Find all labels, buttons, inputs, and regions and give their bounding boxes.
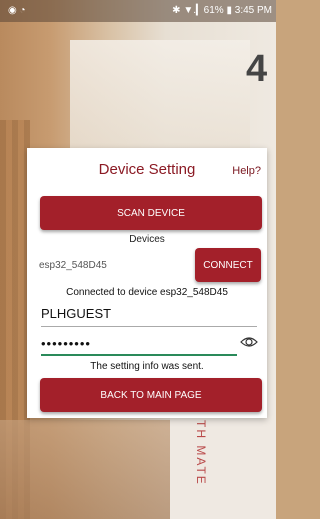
device-setting-dialog: Device Setting Help? SCAN DEVICE Devices… [27, 148, 267, 418]
password-input[interactable]: ••••••••• [41, 336, 237, 356]
ssid-input[interactable]: PLHGUEST [41, 304, 257, 327]
status-bar: ◉ ◔ ✱ ▼.▎61% ▮ 3:45 PM [0, 0, 276, 22]
background-shirt-text: TH MATE [194, 420, 208, 486]
devices-label: Devices [129, 234, 165, 245]
help-link[interactable]: Help? [232, 165, 261, 177]
back-to-main-button[interactable]: BACK TO MAIN PAGE [40, 378, 262, 412]
sent-status-text: The setting info was sent. [90, 361, 204, 372]
eye-icon[interactable] [240, 333, 258, 351]
status-right-info: ✱ ▼.▎61% ▮ 3:45 PM [172, 5, 272, 16]
status-left-icons: ◉ ◔ [8, 5, 26, 16]
background-number: 4 [246, 48, 268, 90]
dialog-title: Device Setting [98, 161, 196, 178]
connection-status-text: Connected to device esp32_548D45 [66, 287, 228, 298]
connect-button[interactable]: CONNECT [195, 248, 261, 282]
scan-device-button[interactable]: SCAN DEVICE [40, 196, 262, 230]
device-list-item[interactable]: esp32_548D45 [39, 260, 107, 271]
